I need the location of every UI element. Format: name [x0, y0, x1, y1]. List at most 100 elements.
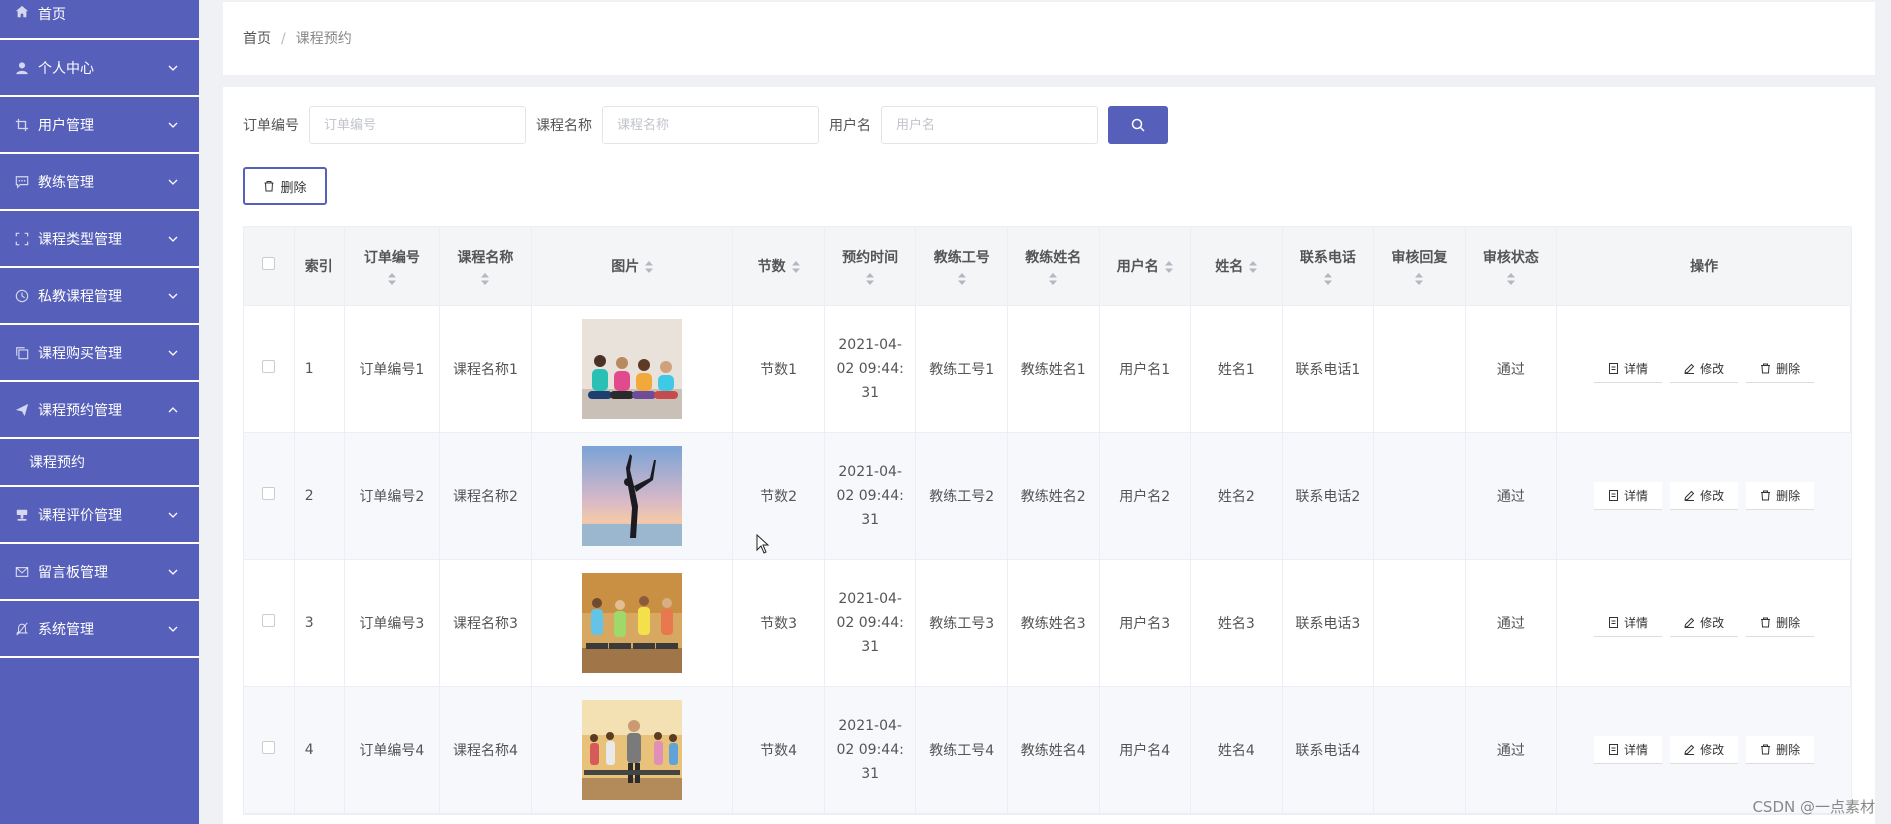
breadcrumb-home[interactable]: 首页	[243, 31, 271, 47]
edit-button[interactable]: 修改	[1670, 735, 1739, 764]
detail-button[interactable]: 详情	[1594, 481, 1663, 510]
sort-icon[interactable]	[1049, 272, 1058, 285]
row-select-cell	[244, 559, 295, 687]
course-image[interactable]	[582, 445, 683, 546]
sort-icon[interactable]	[866, 272, 875, 285]
sort-icon[interactable]	[481, 272, 490, 285]
document-icon	[1609, 489, 1619, 501]
header-image[interactable]: 图片	[531, 227, 734, 306]
sidebar-item-label: 个人中心	[38, 60, 94, 77]
cell-order-no: 订单编号3	[344, 559, 440, 687]
cell-booking-time: 2021-04-02 09:44:31	[824, 686, 917, 814]
sidebar-item-label: 系统管理	[38, 621, 94, 638]
sidebar-item-message-board-management[interactable]: 留言板管理	[0, 544, 199, 601]
copy-icon	[14, 345, 30, 361]
sidebar-item-private-course-management[interactable]: 私教课程管理	[0, 268, 199, 325]
delete-button[interactable]: 删除	[1746, 354, 1815, 383]
cell-sessions: 节数3	[732, 559, 825, 687]
cell-booking-time: 2021-04-02 09:44:31	[824, 432, 917, 560]
table-row: 2 订单编号2 课程名称2 节数2 2021-04-02 09:44:31 教练…	[244, 432, 1852, 560]
detail-label: 详情	[1624, 361, 1649, 376]
detail-button[interactable]: 详情	[1594, 735, 1663, 764]
course-image[interactable]	[582, 318, 683, 419]
header-coach-id[interactable]: 教练工号	[915, 227, 1008, 306]
cell-actions: 详情 修改 删除	[1556, 432, 1852, 560]
row-checkbox[interactable]	[262, 741, 276, 754]
edit-button[interactable]: 修改	[1670, 481, 1739, 510]
row-checkbox[interactable]	[262, 614, 276, 627]
sidebar-item-label: 课程购买管理	[38, 345, 122, 362]
header-name[interactable]: 姓名	[1190, 227, 1283, 306]
header-review-reply-label: 审核回复	[1391, 249, 1448, 266]
sidebar-item-home[interactable]: 首页	[0, 0, 199, 40]
edit-button[interactable]: 修改	[1670, 354, 1739, 383]
cell-course-name: 课程名称3	[439, 559, 533, 687]
search-button[interactable]	[1108, 106, 1168, 144]
cell-review-reply	[1373, 305, 1466, 433]
cell-username: 用户名3	[1099, 559, 1192, 687]
delete-button[interactable]: 删除	[1746, 735, 1815, 764]
sort-icon[interactable]	[791, 260, 800, 273]
header-review-status-label: 审核状态	[1482, 249, 1539, 266]
sort-icon[interactable]	[1323, 272, 1332, 285]
cell-course-name: 课程名称1	[439, 305, 533, 433]
home-icon	[14, 4, 30, 20]
username-input[interactable]	[881, 106, 1098, 144]
row-checkbox[interactable]	[262, 487, 276, 500]
bulk-delete-button[interactable]: 删除	[243, 167, 327, 205]
sort-icon[interactable]	[387, 272, 396, 285]
sidebar-item-course-booking-management[interactable]: 课程预约管理	[0, 382, 199, 439]
header-booking-time[interactable]: 预约时间	[824, 227, 917, 306]
header-username[interactable]: 用户名	[1099, 227, 1192, 306]
chevron-down-icon	[168, 122, 178, 128]
sidebar-item-course-type-management[interactable]: 课程类型管理	[0, 211, 199, 268]
sidebar-item-label: 留言板管理	[38, 564, 108, 581]
sidebar-item-user-management[interactable]: 用户管理	[0, 97, 199, 154]
cell-sessions: 节数2	[732, 432, 825, 560]
course-image[interactable]	[582, 572, 683, 673]
order-no-input[interactable]	[309, 106, 526, 144]
submenu-item-course-booking[interactable]: 课程预约	[0, 439, 199, 487]
detail-button[interactable]: 详情	[1594, 354, 1663, 383]
cell-name: 姓名4	[1190, 686, 1283, 814]
sort-icon[interactable]	[1249, 260, 1258, 273]
delete-button[interactable]: 删除	[1746, 608, 1815, 637]
sidebar-item-course-purchase-management[interactable]: 课程购买管理	[0, 325, 199, 382]
detail-button[interactable]: 详情	[1594, 608, 1663, 637]
sort-icon[interactable]	[1415, 272, 1424, 285]
header-review-status[interactable]: 审核状态	[1465, 227, 1558, 306]
header-phone-label: 联系电话	[1299, 249, 1356, 266]
sidebar-item-personal-center[interactable]: 个人中心	[0, 40, 199, 97]
sort-icon[interactable]	[645, 260, 654, 273]
trash-icon	[264, 181, 274, 192]
course-image[interactable]	[582, 699, 683, 800]
header-sessions-label: 节数	[757, 258, 786, 275]
select-all-checkbox[interactable]	[262, 257, 276, 271]
header-coach-name[interactable]: 教练姓名	[1007, 227, 1100, 306]
sort-icon[interactable]	[957, 272, 966, 285]
header-phone[interactable]: 联系电话	[1282, 227, 1375, 306]
delete-label: 删除	[1776, 488, 1801, 503]
course-name-input[interactable]	[602, 106, 819, 144]
cell-actions: 详情 修改 删除	[1556, 305, 1852, 433]
sidebar-item-coach-management[interactable]: 教练管理	[0, 154, 199, 211]
header-order-no[interactable]: 订单编号	[344, 227, 440, 306]
header-course-name[interactable]: 课程名称	[439, 227, 533, 306]
delete-button[interactable]: 删除	[1746, 481, 1815, 510]
header-name-label: 姓名	[1215, 258, 1244, 275]
cell-order-no: 订单编号4	[344, 686, 440, 814]
cell-course-name: 课程名称2	[439, 432, 533, 560]
header-sessions[interactable]: 节数	[732, 227, 825, 306]
cell-coach-id: 教练工号1	[915, 305, 1008, 433]
header-review-reply[interactable]: 审核回复	[1373, 227, 1466, 306]
clock-icon	[14, 288, 30, 304]
edit-button[interactable]: 修改	[1670, 608, 1739, 637]
cell-order-no: 订单编号2	[344, 432, 440, 560]
sidebar-item-course-review-management[interactable]: 课程评价管理	[0, 487, 199, 544]
sort-icon[interactable]	[1164, 260, 1173, 273]
sidebar-item-system-management[interactable]: 系统管理	[0, 601, 199, 658]
crop-icon	[14, 117, 30, 133]
frame-icon	[14, 231, 30, 247]
sort-icon[interactable]	[1506, 272, 1515, 285]
row-checkbox[interactable]	[262, 360, 276, 373]
